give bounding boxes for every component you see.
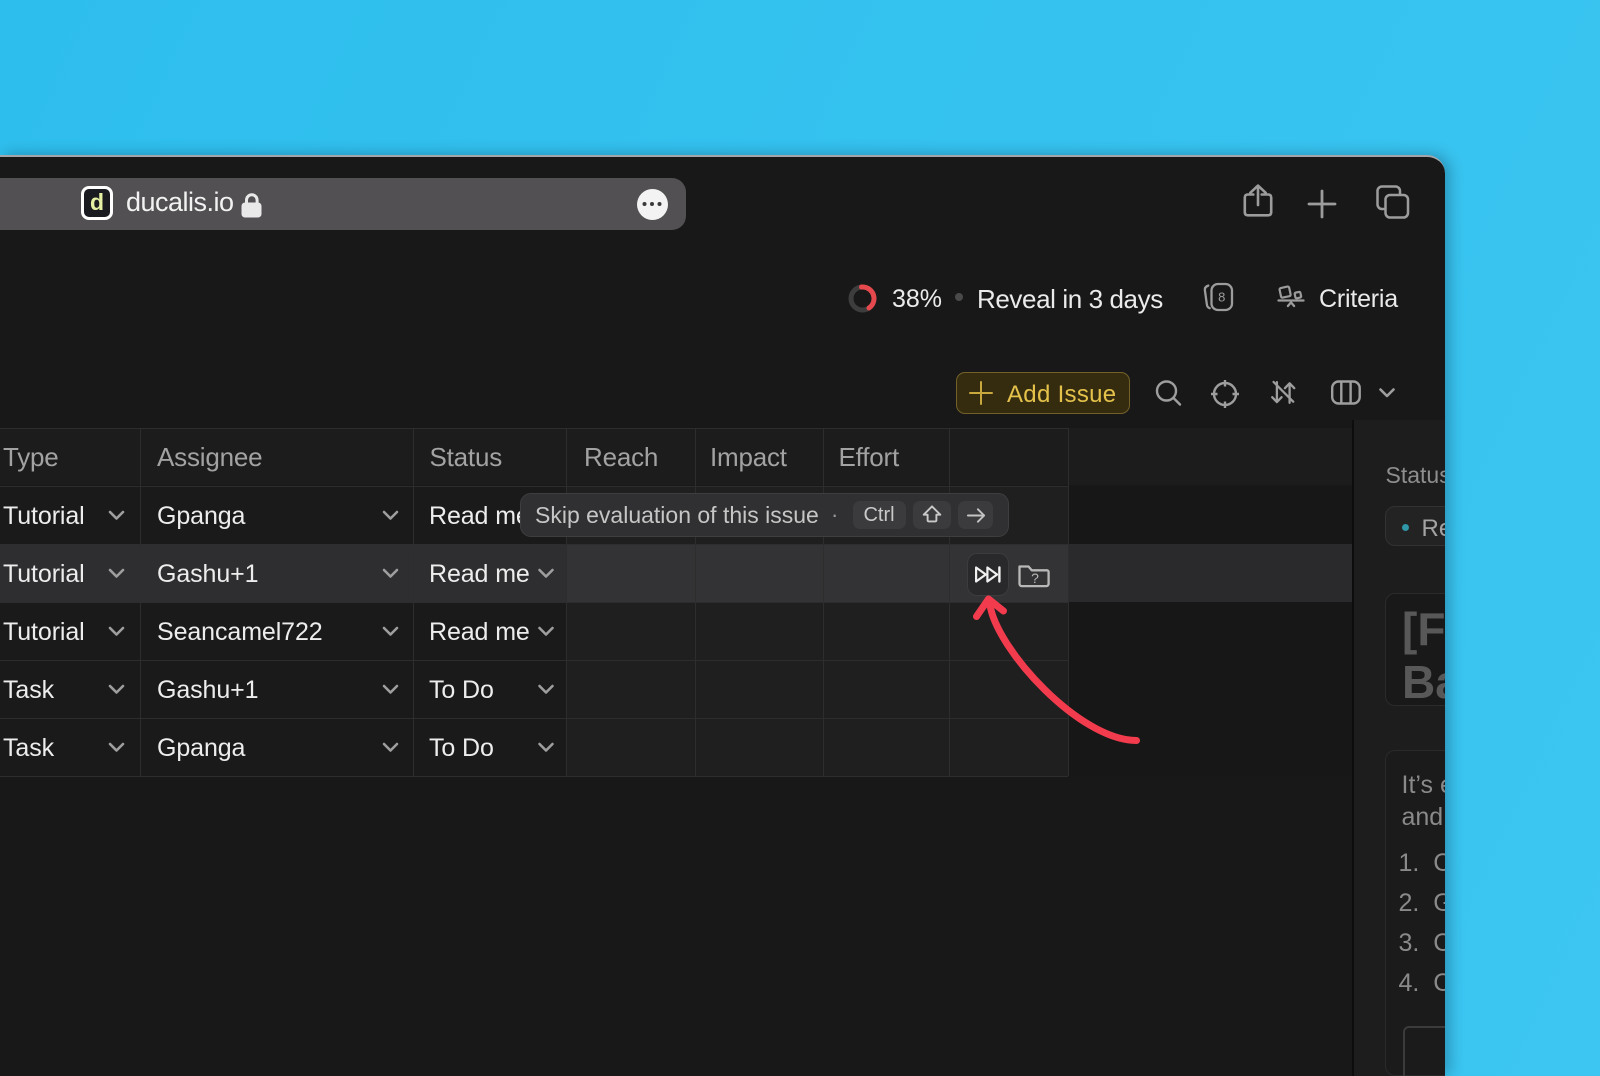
svg-text:?: ? [1031,570,1039,586]
